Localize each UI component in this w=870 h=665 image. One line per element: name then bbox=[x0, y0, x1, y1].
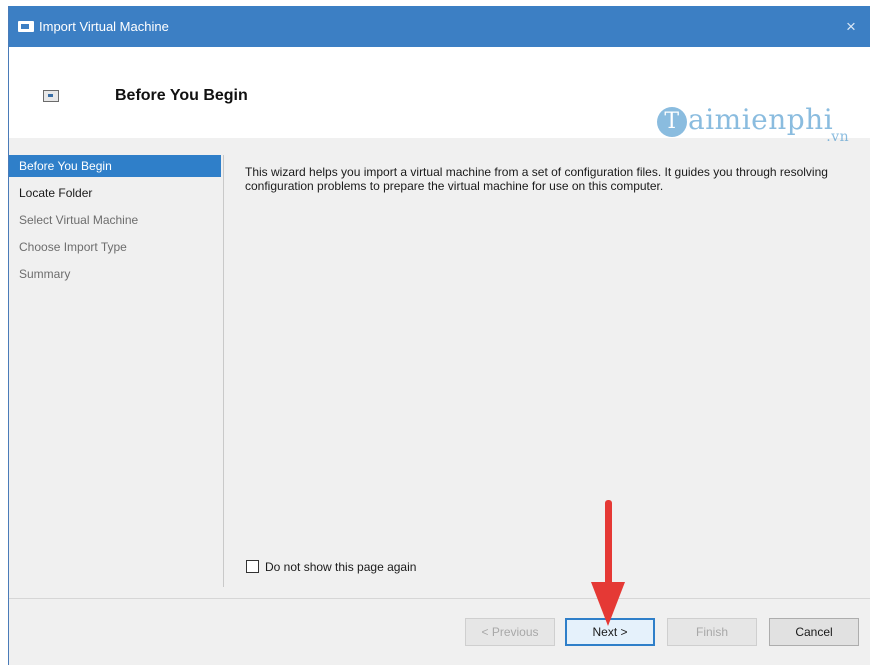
window-title: Import Virtual Machine bbox=[39, 19, 169, 34]
watermark-tld: .vn bbox=[826, 129, 850, 145]
watermark-brand: aimienphi bbox=[688, 103, 834, 136]
window-app-icon bbox=[18, 21, 34, 32]
nav-step-before-you-begin[interactable]: Before You Begin bbox=[9, 155, 221, 177]
nav-step-choose-import-type[interactable]: Choose Import Type bbox=[9, 236, 221, 258]
previous-button[interactable]: < Previous bbox=[465, 618, 555, 646]
red-arrow-annotation bbox=[591, 500, 625, 626]
do-not-show-again-checkbox[interactable] bbox=[246, 560, 259, 573]
do-not-show-again-label[interactable]: Do not show this page again bbox=[265, 560, 416, 574]
arrow-head bbox=[591, 582, 625, 626]
cancel-button[interactable]: Cancel bbox=[769, 618, 859, 646]
page-title: Before You Begin bbox=[115, 87, 248, 104]
finish-button[interactable]: Finish bbox=[667, 618, 757, 646]
close-icon[interactable]: × bbox=[831, 6, 870, 47]
nav-divider bbox=[223, 155, 224, 587]
arrow-shaft bbox=[605, 500, 612, 588]
taimienphi-watermark-logo: Taimienphi .vn bbox=[657, 103, 849, 145]
wizard-step-nav: Before You Begin Locate Folder Select Vi… bbox=[9, 155, 222, 575]
watermark-initial: T bbox=[657, 106, 687, 137]
wizard-description: This wizard helps you import a virtual m… bbox=[245, 165, 828, 193]
nav-step-select-virtual-machine[interactable]: Select Virtual Machine bbox=[9, 209, 221, 231]
footer-divider bbox=[9, 598, 870, 599]
nav-step-summary[interactable]: Summary bbox=[9, 263, 221, 285]
nav-step-locate-folder[interactable]: Locate Folder bbox=[9, 182, 221, 204]
import-vm-icon bbox=[43, 90, 59, 102]
title-bar: Import Virtual Machine × bbox=[9, 6, 870, 47]
import-vm-wizard-window: Import Virtual Machine × Before You Begi… bbox=[8, 6, 870, 665]
